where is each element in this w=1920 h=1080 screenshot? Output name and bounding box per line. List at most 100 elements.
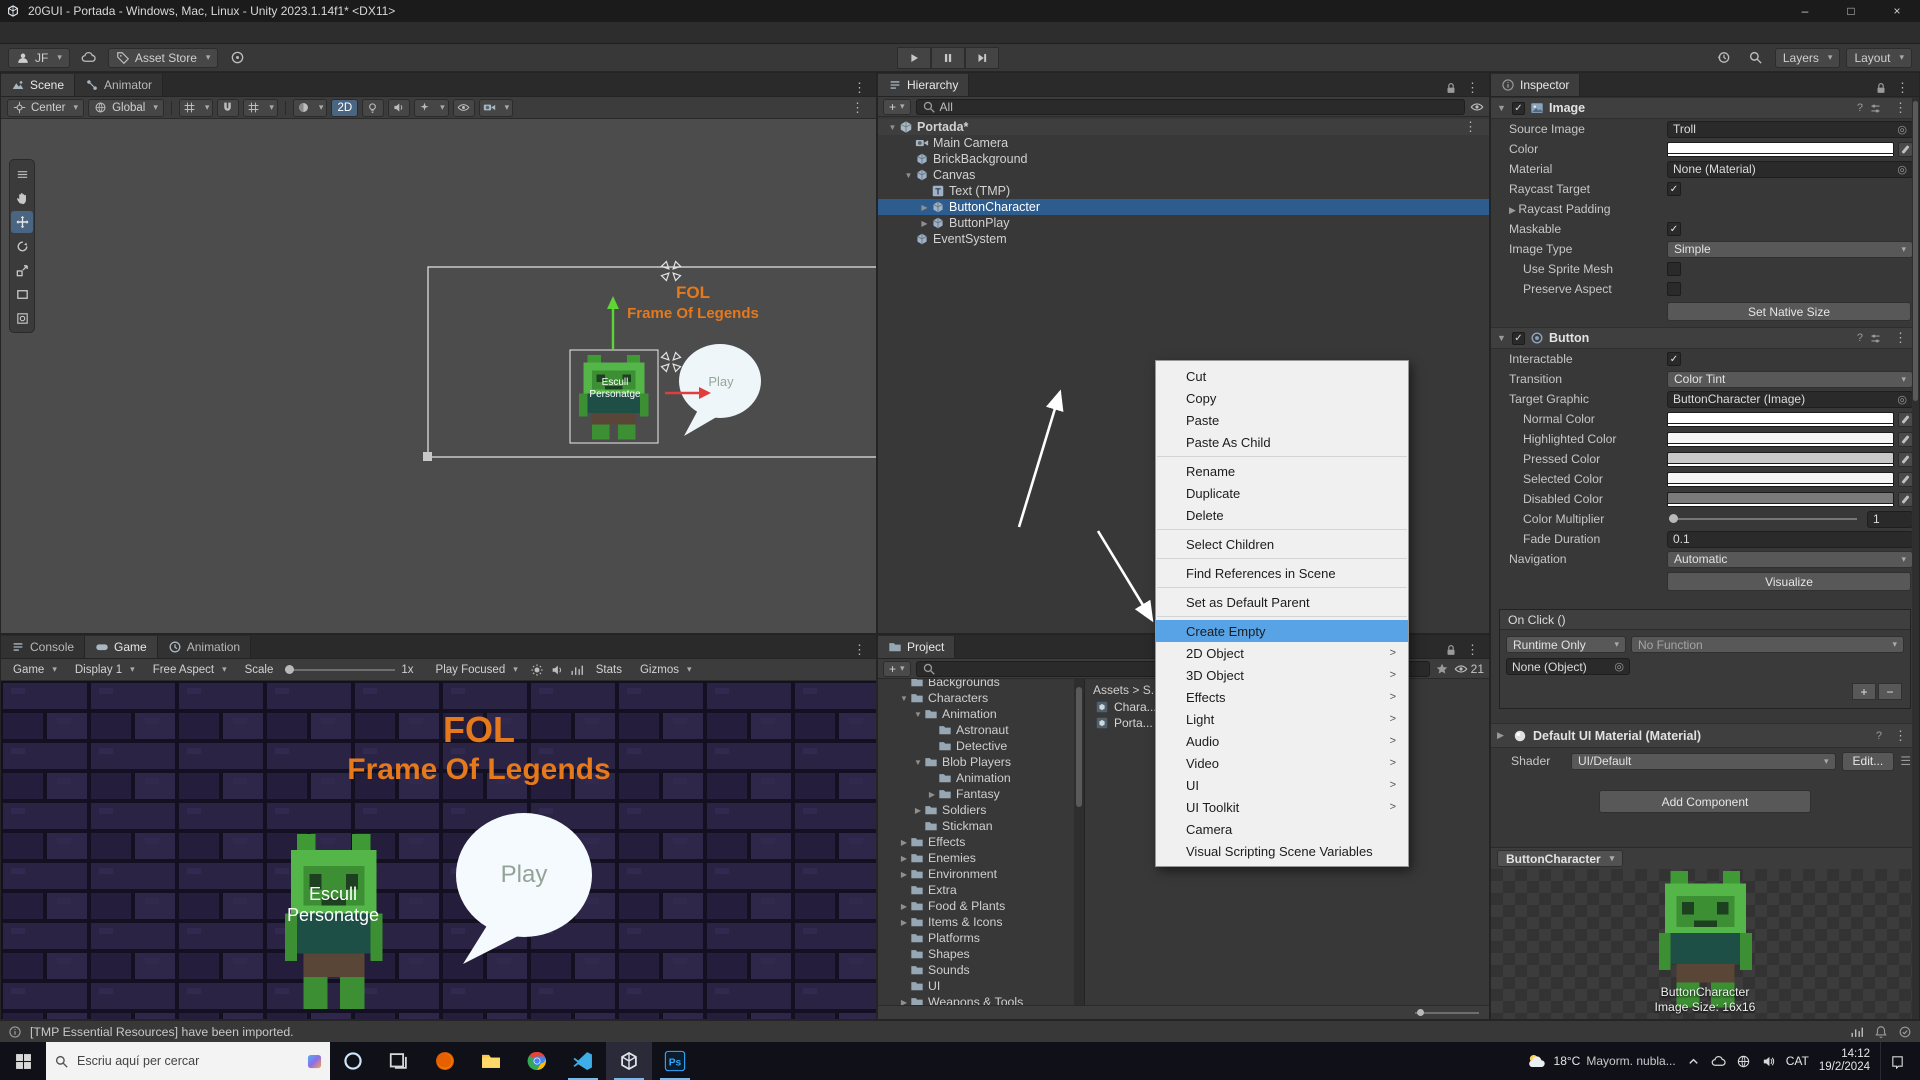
scene-audio-toggle[interactable] xyxy=(388,99,410,117)
project-folder-item[interactable]: ▶ Soldiers xyxy=(878,802,1074,818)
layers-dropdown[interactable]: Layers▾ xyxy=(1775,48,1841,68)
project-folder-item[interactable]: Extra xyxy=(878,882,1074,898)
expand-arrow-icon[interactable]: ▶ xyxy=(918,203,931,212)
eyedropper-icon[interactable] xyxy=(1898,452,1913,467)
transform-tool[interactable] xyxy=(11,307,33,329)
expand-arrow-icon[interactable]: ▼ xyxy=(902,171,915,180)
raycast-target-checkbox[interactable]: ✓ xyxy=(1667,182,1681,196)
expand-arrow-icon[interactable]: ▶ xyxy=(898,902,910,911)
expand-arrow-icon[interactable]: ▼ xyxy=(912,710,924,719)
cloud-icon[interactable] xyxy=(76,48,102,68)
hierarchy-item[interactable]: ▶ ButtonPlay xyxy=(878,215,1489,231)
shader-dropdown[interactable]: UI/Default▾ xyxy=(1571,753,1836,770)
play-focused-dropdown[interactable]: Play Focused▾ xyxy=(430,661,524,678)
tray-chevron-icon[interactable] xyxy=(1686,1054,1701,1069)
step-button[interactable] xyxy=(965,47,999,69)
context-menu-item[interactable]: 3D Object > xyxy=(1156,664,1408,686)
help-icon[interactable]: ? xyxy=(1857,332,1863,344)
kebab-icon[interactable]: ⋮ xyxy=(1460,642,1485,658)
kebab-icon[interactable]: ⋮ xyxy=(1458,119,1483,135)
source-image-object-field[interactable]: Troll◎ xyxy=(1667,121,1913,138)
target-graphic-object-field[interactable]: ButtonCharacter (Image)◎ xyxy=(1667,391,1913,408)
fade-duration-field[interactable]: 0.1 xyxy=(1667,531,1913,548)
overlay-menu-icon[interactable] xyxy=(11,163,33,185)
tab-hierarchy[interactable]: Hierarchy xyxy=(878,74,969,96)
cortana-button[interactable] xyxy=(330,1042,376,1080)
taskbar-search-input[interactable]: Escriu aquí per cercar xyxy=(46,1042,330,1080)
context-menu-item[interactable]: Find References in Scene xyxy=(1156,562,1408,584)
component-enable-checkbox[interactable]: ✓ xyxy=(1512,332,1525,345)
scene-viewport[interactable]: FOL Frame Of Legends Escull Personatge P… xyxy=(1,119,876,633)
tab[interactable]: Scene xyxy=(1,74,75,96)
button-component-header[interactable]: ▼ ✓ Button ? ⋮ xyxy=(1491,327,1919,349)
stats-toggle[interactable]: Stats xyxy=(590,661,628,678)
network-icon[interactable] xyxy=(1736,1054,1751,1069)
weather-widget[interactable]: 18°C Mayorm. nubla... xyxy=(1526,1052,1676,1070)
account-dropdown[interactable]: JF▾ xyxy=(8,48,70,68)
kebab-icon[interactable]: ⋮ xyxy=(847,80,872,96)
photoshop-icon[interactable]: Ps xyxy=(652,1042,698,1080)
background-tasks-icon[interactable] xyxy=(1898,1025,1912,1039)
project-folder-item[interactable]: Platforms xyxy=(878,930,1074,946)
undo-history-icon[interactable] xyxy=(1711,48,1737,68)
tool-handle-position-dropdown[interactable]: Center▾ xyxy=(7,99,84,117)
grid-visibility-dropdown[interactable]: ▾ xyxy=(179,99,214,117)
version-control-icon[interactable] xyxy=(224,48,250,68)
project-folder-item[interactable]: UI xyxy=(878,978,1074,994)
navigation-dropdown[interactable]: Automatic▾ xyxy=(1667,551,1913,568)
context-menu-item[interactable]: Effects > xyxy=(1156,686,1408,708)
snap-increment-dropdown[interactable]: ▾ xyxy=(243,99,278,117)
edit-shader-button[interactable]: Edit... xyxy=(1842,752,1895,771)
rotate-tool[interactable] xyxy=(11,235,33,257)
keyboard-language[interactable]: CAT xyxy=(1786,1054,1809,1068)
expand-arrow-icon[interactable]: ▶ xyxy=(926,790,938,799)
display-target-dropdown[interactable]: Game▾ xyxy=(7,661,63,678)
pause-button[interactable] xyxy=(931,47,965,69)
kebab-icon[interactable]: ⋮ xyxy=(1890,80,1915,96)
context-menu-item[interactable]: UI Toolkit > xyxy=(1156,796,1408,818)
project-folder-item[interactable]: ▶ Fantasy xyxy=(878,786,1074,802)
close-button[interactable]: × xyxy=(1874,0,1920,22)
snap-toggle[interactable] xyxy=(217,99,239,117)
eyedropper-icon[interactable] xyxy=(1898,432,1913,447)
scale-tool[interactable] xyxy=(11,259,33,281)
context-menu-item[interactable]: Copy xyxy=(1156,387,1408,409)
visualize-button[interactable]: Visualize xyxy=(1667,572,1911,591)
object-picker-icon[interactable]: ◎ xyxy=(1897,163,1907,176)
hierarchy-item[interactable]: EventSystem xyxy=(878,231,1489,247)
tab-project[interactable]: Project xyxy=(878,636,955,658)
context-menu-item[interactable]: Light > xyxy=(1156,708,1408,730)
project-folder-item[interactable]: Detective xyxy=(878,738,1074,754)
task-view-button[interactable] xyxy=(376,1042,422,1080)
color-color-swatch[interactable] xyxy=(1667,142,1894,157)
search-icon[interactable] xyxy=(1743,48,1769,68)
play-button[interactable] xyxy=(897,47,931,69)
project-folder-item[interactable]: Animation xyxy=(878,770,1074,786)
favorites-icon[interactable] xyxy=(1435,662,1449,676)
material-object-field[interactable]: None (Material)◎ xyxy=(1667,161,1913,178)
pressed-color-color-swatch[interactable] xyxy=(1667,452,1894,467)
context-menu-item[interactable]: Cut xyxy=(1156,365,1408,387)
preserve-aspect-checkbox[interactable] xyxy=(1667,282,1681,296)
project-folder-item[interactable]: Sounds xyxy=(878,962,1074,978)
eyedropper-icon[interactable] xyxy=(1898,412,1913,427)
help-icon[interactable]: ? xyxy=(1876,730,1882,742)
context-menu-item[interactable]: Audio > xyxy=(1156,730,1408,752)
game-viewport[interactable]: FOL Frame Of Legends Play Escull Persona… xyxy=(1,681,876,1019)
hidden-count-toggle[interactable]: 21 xyxy=(1454,662,1484,676)
context-menu-item[interactable]: Paste As Child xyxy=(1156,431,1408,453)
highlighted-color-color-swatch[interactable] xyxy=(1667,432,1894,447)
inspector-scrollbar[interactable] xyxy=(1912,97,1919,1019)
tab[interactable]: Game xyxy=(85,636,158,658)
profiler-icon[interactable] xyxy=(1850,1025,1864,1039)
foldout-arrow-icon[interactable]: ▼ xyxy=(1497,103,1507,113)
context-menu-item[interactable]: Visual Scripting Scene Variables xyxy=(1156,840,1408,862)
expand-arrow-icon[interactable]: ▼ xyxy=(886,123,899,132)
set-native-size-button[interactable]: Set Native Size xyxy=(1667,302,1911,321)
context-menu-item[interactable]: Video > xyxy=(1156,752,1408,774)
interactable-checkbox[interactable]: ✓ xyxy=(1667,352,1681,366)
disabled-color-color-swatch[interactable] xyxy=(1667,492,1894,507)
expand-arrow-icon[interactable]: ▶ xyxy=(912,806,924,815)
context-menu-item[interactable]: Select Children xyxy=(1156,533,1408,555)
event-target-object-field[interactable]: None (Object)◎ xyxy=(1506,658,1630,675)
